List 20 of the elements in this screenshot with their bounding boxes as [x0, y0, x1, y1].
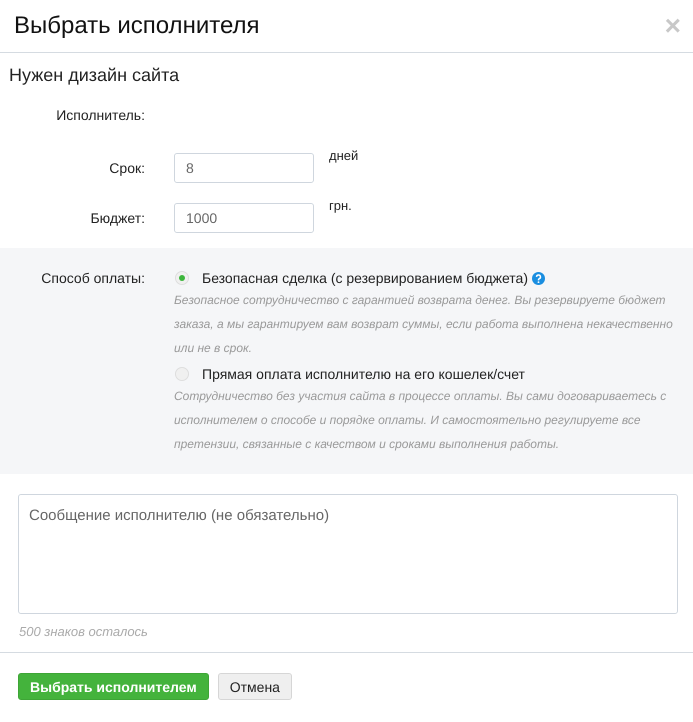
unit-label: грн. — [329, 198, 352, 213]
field-label: Исполнитель: — [55, 107, 145, 123]
unit-label: дней — [329, 148, 358, 163]
option-description: Сотрудничество без участия сайта в процессе оплаты. Вы сами договариваетесь с исполнителем о способе и порядке оплаты. И самостоятельно регулируете все претензии, связанные с качеством и сроками выполнения работы. — [174, 388, 668, 453]
text-field[interactable]: 8 — [174, 153, 314, 183]
option-label: Прямая оплата исполнителю на его кошелек/счет — [202, 366, 525, 382]
text-field[interactable]: 1000 — [174, 203, 314, 233]
job-title: Нужен дизайн сайта — [8, 64, 180, 87]
cancel-button[interactable]: Отмена — [218, 673, 292, 700]
radio-button[interactable] — [175, 367, 189, 381]
field-label: Бюджет: — [89, 210, 145, 226]
field-label: Способ оплаты: — [40, 269, 145, 286]
radio-button[interactable] — [175, 271, 189, 285]
help-icon[interactable] — [532, 272, 546, 284]
field-label: Срок: — [108, 160, 145, 176]
option-description: Безопасное сотрудничество с гарантией возврата денег. Вы резервируете бюджет заказа, а мы гарантируем вам возврат суммы, если работа выполнена некачественно или не в срок. — [174, 292, 674, 357]
option-label: Безопасная сделка (с резервированием бюджета) — [202, 270, 528, 286]
message-field[interactable]: Сообщение исполнителю (не обязательно) — [18, 494, 678, 614]
dialog-title: Выбрать исполнителя — [14, 12, 260, 40]
character-counter: 500 знаков осталось — [0, 614, 693, 653]
